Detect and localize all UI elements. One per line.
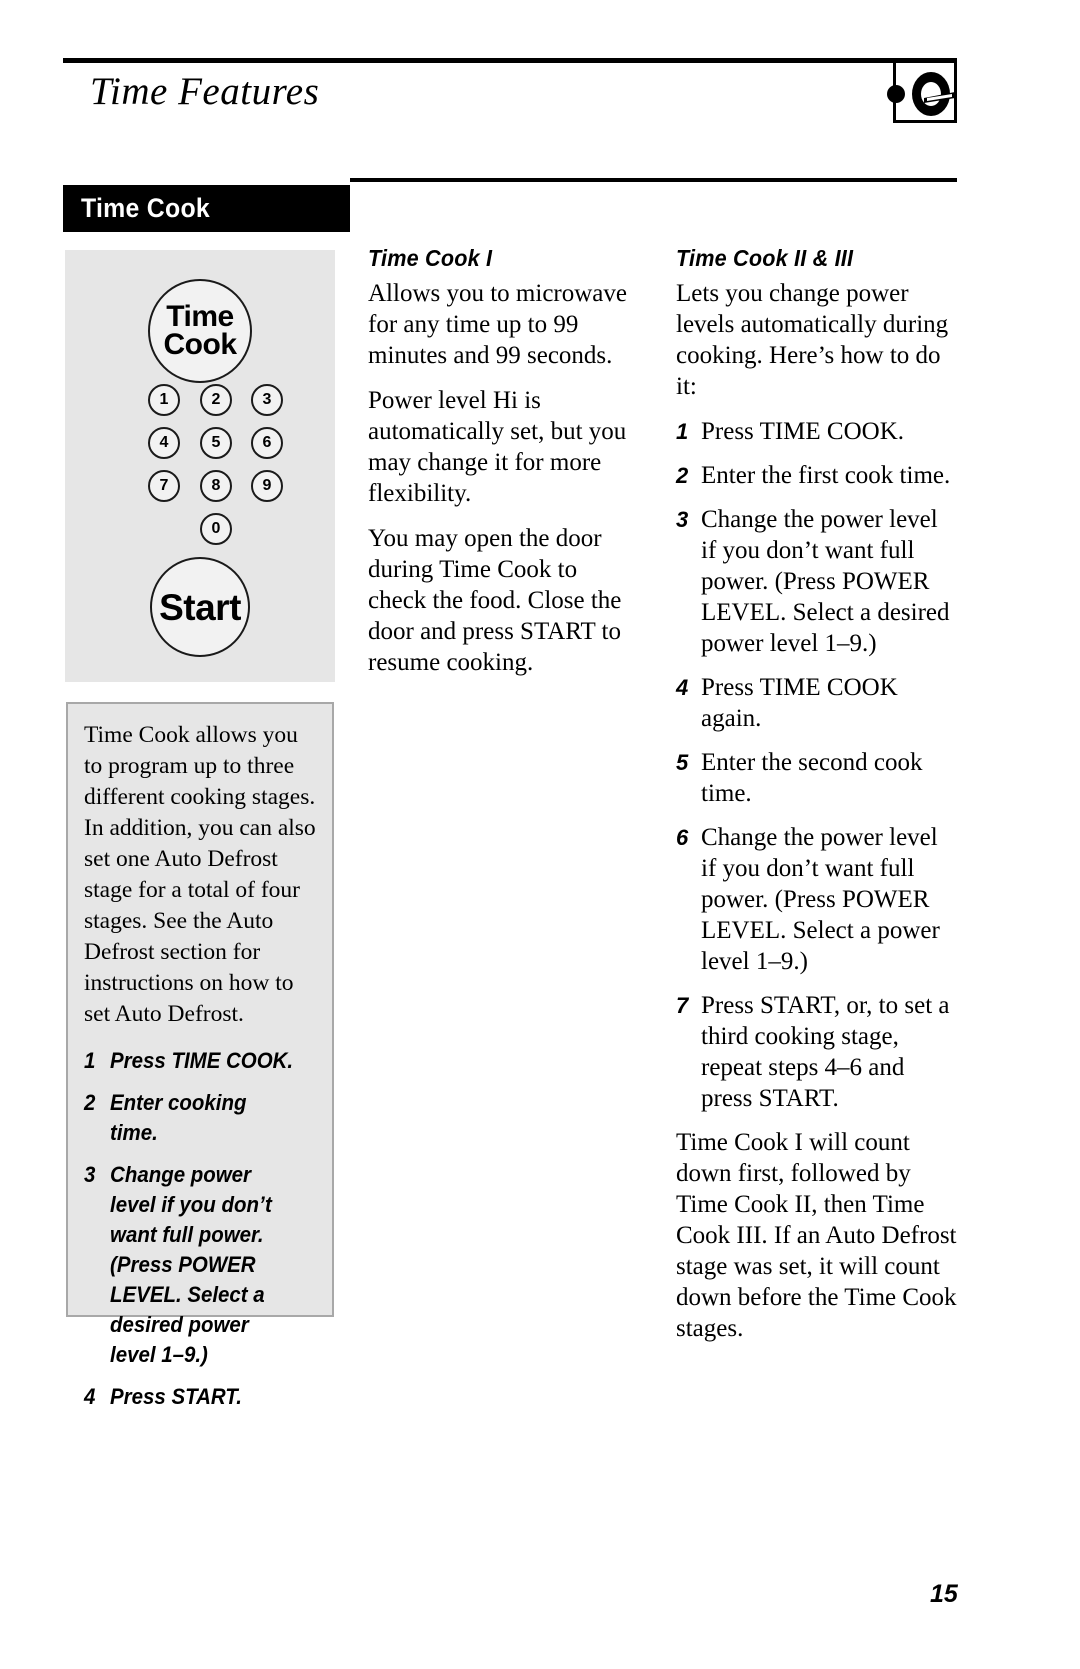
step-text: Enter the first cook time.: [701, 462, 951, 489]
step-text: Press TIME COOK again.: [701, 674, 898, 732]
callout-step-text: Change power level if you don’t want ful…: [110, 1162, 272, 1367]
callout-step: 2 Enter cooking time.: [84, 1088, 300, 1148]
keypad-key-label: 0: [211, 520, 221, 537]
pan-icon: [910, 67, 956, 126]
callout-step: 4 Press START.: [84, 1382, 300, 1412]
keypad-key-4[interactable]: 4: [148, 427, 180, 459]
right-column-step: 7 Press START, or, to set a third cooking…: [676, 990, 958, 1114]
time-cook-callout: Time Cook allows you to program up to th…: [66, 702, 334, 1409]
section-header: Time Cook: [63, 185, 350, 232]
right-column-heading: Time Cook II & III: [676, 245, 854, 271]
right-column-step: 6 Change the power level if you don’t wan…: [676, 822, 958, 977]
keypad-key-label: 2: [211, 391, 221, 408]
callout-steps: 1 Press TIME COOK. 2 Enter cooking time. 3…: [84, 1046, 316, 1412]
header-divider: [63, 58, 957, 63]
right-column: Time Cook II & III Lets you change power…: [676, 245, 958, 1358]
right-column-step: 4 Press TIME COOK again.: [676, 672, 958, 734]
callout-step-number: 3: [84, 1162, 96, 1187]
callout-step-text: Enter cooking time.: [110, 1090, 247, 1145]
corner-tab: [887, 60, 957, 126]
time-cook-button-label: Time Cook: [163, 299, 238, 361]
page-number: 15: [930, 1580, 958, 1608]
step-number: 7: [676, 993, 689, 1018]
page-title: Time Features: [90, 70, 320, 113]
step-text: Enter the second cook time.: [701, 749, 923, 807]
keypad-key-8[interactable]: 8: [200, 470, 232, 502]
section-divider: [350, 178, 957, 182]
step-text: Change the power level if you don’t want…: [701, 506, 950, 657]
right-column-step: 1 Press TIME COOK.: [676, 416, 958, 447]
callout-step: 1 Press TIME COOK.: [84, 1046, 300, 1076]
step-text: Press START, or, to set a third cooking …: [701, 992, 950, 1112]
keypad-key-7[interactable]: 7: [148, 470, 180, 502]
start-button-label: Start: [159, 586, 241, 628]
right-column-intro: Lets you change power levels automatical…: [676, 280, 949, 400]
start-button[interactable]: Start: [150, 557, 250, 657]
middle-column-paragraph: Power level Hi is automatically set, but…: [368, 387, 627, 507]
section-header-label: Time Cook: [81, 193, 211, 223]
callout-step-text: Press TIME COOK.: [110, 1048, 294, 1073]
corner-tab-dot: [887, 85, 905, 103]
callout-step-number: 2: [84, 1090, 96, 1115]
keypad-key-label: 8: [211, 477, 221, 494]
step-number: 1: [676, 419, 689, 444]
keypad-key-label: 1: [159, 391, 169, 408]
callout-step-number: 1: [84, 1048, 96, 1073]
keypad-key-label: 7: [159, 477, 169, 494]
keypad-key-5[interactable]: 5: [200, 427, 232, 459]
step-number: 3: [676, 507, 689, 532]
keypad-key-3[interactable]: 3: [251, 384, 283, 416]
keypad-key-0[interactable]: 0: [200, 513, 232, 545]
keypad-key-9[interactable]: 9: [251, 470, 283, 502]
step-number: 2: [676, 463, 689, 488]
keypad-key-label: 4: [159, 434, 169, 451]
step-number: 5: [676, 750, 689, 775]
middle-column-paragraph: Allows you to microwave for any time up …: [368, 280, 627, 369]
middle-column-heading: Time Cook I: [368, 245, 493, 271]
callout-step: 3 Change power level if you don’t want fu…: [84, 1160, 300, 1370]
keypad-key-label: 6: [262, 434, 272, 451]
step-text: Change the power level if you don’t want…: [701, 824, 940, 975]
callout-body: Time Cook allows you to program up to th…: [84, 722, 316, 1027]
right-column-steps: 1 Press TIME COOK. 2 Enter the first cook …: [676, 416, 958, 1114]
right-column-step: 3 Change the power level if you don’t wan…: [676, 504, 958, 659]
step-text: Press TIME COOK.: [701, 418, 905, 445]
step-number: 4: [676, 675, 689, 700]
keypad-key-label: 9: [262, 477, 272, 494]
callout-step-number: 4: [84, 1384, 96, 1409]
keypad-key-6[interactable]: 6: [251, 427, 283, 459]
keypad-key-2[interactable]: 2: [200, 384, 232, 416]
keypad-key-label: 5: [211, 434, 221, 451]
middle-column-paragraph: You may open the door during Time Cook t…: [368, 525, 622, 676]
time-cook-button[interactable]: Time Cook: [148, 279, 252, 383]
right-column-step: 5 Enter the second cook time.: [676, 747, 958, 809]
manual-page: Time Features Time Cook Time Cook 1 2 3 4…: [0, 0, 1080, 1669]
right-column-step: 2 Enter the first cook time.: [676, 460, 958, 491]
callout-step-text: Press START.: [110, 1384, 242, 1409]
middle-column: Time Cook I Allows you to microwave for …: [368, 245, 630, 692]
keypad-key-1[interactable]: 1: [148, 384, 180, 416]
keypad-key-label: 3: [262, 391, 272, 408]
right-column-closing: Time Cook I will count down first, follo…: [676, 1129, 957, 1342]
step-number: 6: [676, 825, 689, 850]
